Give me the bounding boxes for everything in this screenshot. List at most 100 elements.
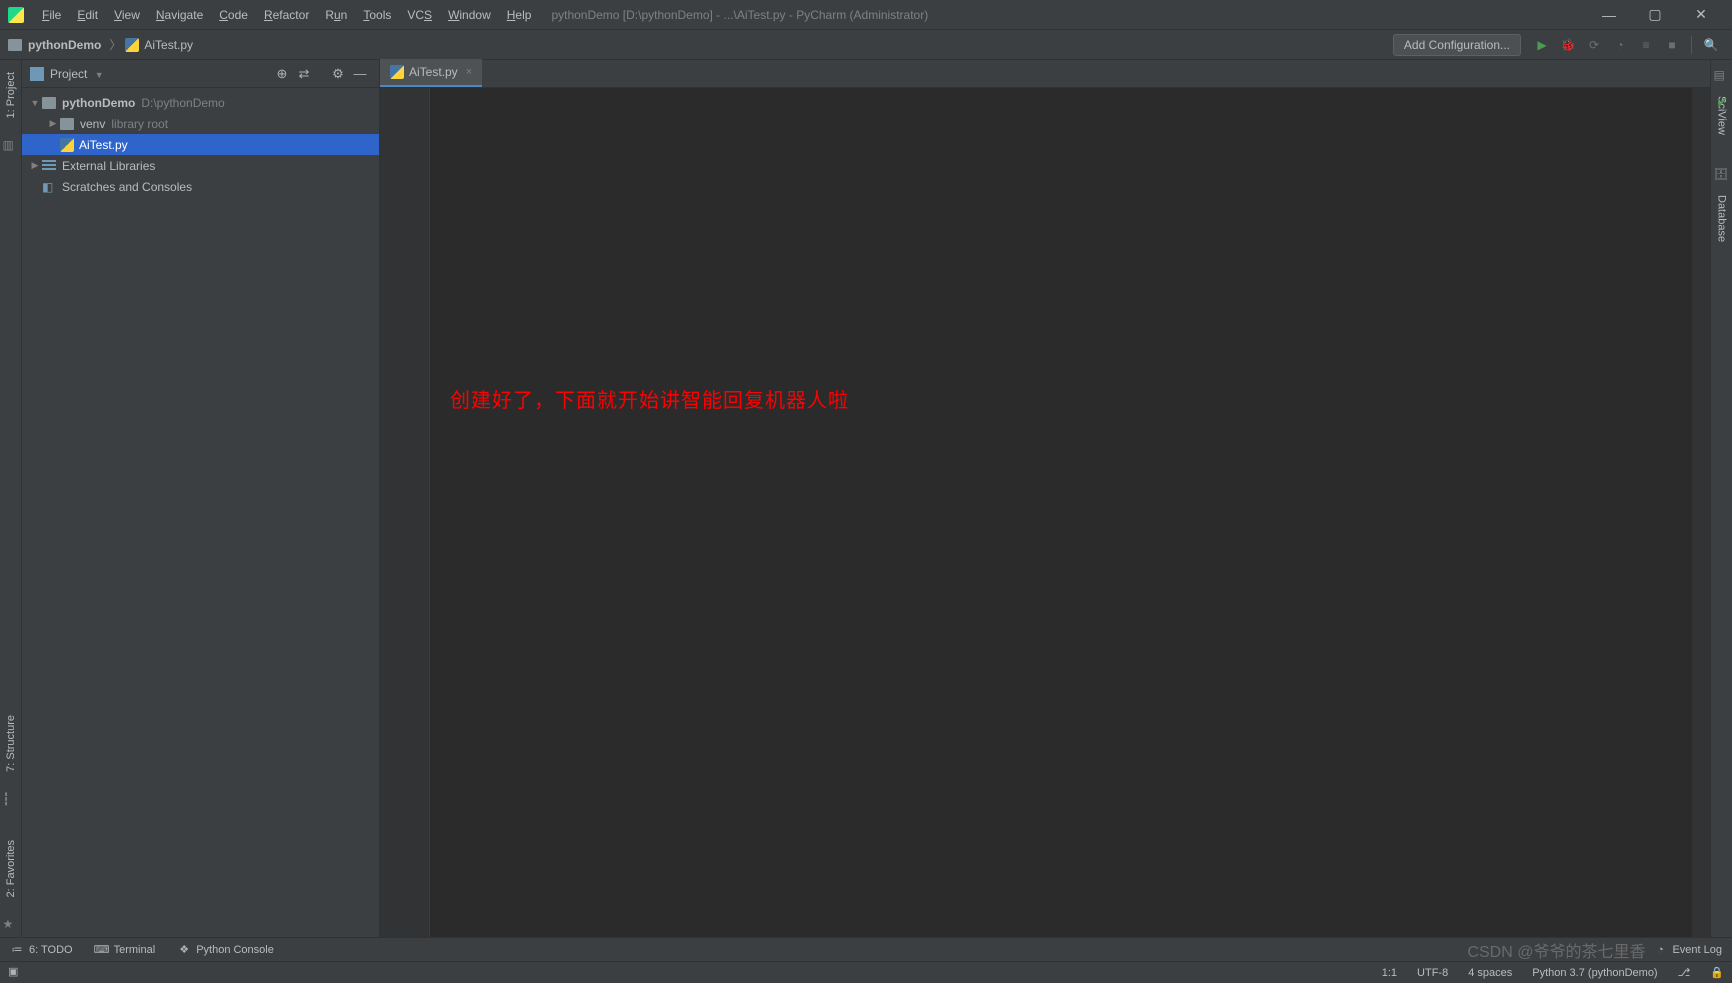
bottom-pyconsole-tab[interactable]: ❖ Python Console xyxy=(177,943,274,957)
editor-gutter xyxy=(380,88,430,937)
project-header: Project ▼ ⊕ ⇄ ⚙ — xyxy=(22,60,379,88)
menu-view[interactable]: View xyxy=(106,0,148,30)
tree-scratches[interactable]: ◧ Scratches and Consoles xyxy=(22,176,379,197)
folder-icon xyxy=(42,97,56,109)
editor-tab-aitest[interactable]: AiTest.py × xyxy=(380,59,482,87)
tree-external-label: External Libraries xyxy=(62,159,155,173)
status-indent[interactable]: 4 spaces xyxy=(1468,967,1512,979)
sciview-icon[interactable]: ▤ xyxy=(1714,68,1730,84)
search-everywhere-button[interactable]: 🔍 xyxy=(1700,34,1722,56)
left-tool-rail: 1: Project ▥ 7: Structure ┇ 2: Favorites… xyxy=(0,60,22,937)
status-bar: ▣ 1:1 UTF-8 4 spaces Python 3.7 (pythonD… xyxy=(0,961,1732,983)
status-lock-icon[interactable]: 🔒 xyxy=(1710,966,1724,979)
project-view-label: Project xyxy=(50,67,87,81)
python-file-icon xyxy=(60,138,74,152)
menu-refactor[interactable]: Refactor xyxy=(256,0,317,30)
pycharm-icon xyxy=(8,7,24,23)
tree-project-root[interactable]: ▼ pythonDemo D:\pythonDemo xyxy=(22,92,379,113)
scratches-icon: ◧ xyxy=(42,180,56,194)
tree-twisty-open-icon[interactable]: ▼ xyxy=(28,98,42,108)
concurrency-button[interactable]: ≡ xyxy=(1635,34,1657,56)
rail-favorites-tab[interactable]: 2: Favorites xyxy=(3,832,19,905)
breadcrumb-separator: 〉 xyxy=(109,36,121,53)
editor-tab-bar: AiTest.py × xyxy=(380,60,1710,88)
editor-body[interactable]: 创建好了，下面就开始讲智能回复机器人啦 ✔ xyxy=(380,88,1710,937)
inspection-ok-icon: ✔ xyxy=(1716,94,1728,111)
status-caret-pos[interactable]: 1:1 xyxy=(1382,967,1397,979)
stop-button[interactable]: ■ xyxy=(1661,34,1683,56)
tool-windows-toggle[interactable]: ▣ xyxy=(8,965,24,981)
profile-button[interactable]: ◔ xyxy=(1609,34,1631,56)
editor-content[interactable]: 创建好了，下面就开始讲智能回复机器人啦 xyxy=(430,88,1692,937)
tree-file-aitest[interactable]: AiTest.py xyxy=(22,134,379,155)
project-tree[interactable]: ▼ pythonDemo D:\pythonDemo ▶ venv librar… xyxy=(22,88,379,201)
menu-code[interactable]: Code xyxy=(211,0,256,30)
rail-database-tab[interactable]: Database xyxy=(1714,187,1730,250)
add-configuration-button[interactable]: Add Configuration... xyxy=(1393,34,1521,56)
editor-scrollbar-track[interactable]: ✔ xyxy=(1692,88,1710,937)
bottom-event-log-tab[interactable]: ◔ Event Log xyxy=(1653,943,1722,957)
tree-venv-hint: library root xyxy=(111,117,168,131)
python-file-icon xyxy=(390,65,404,79)
tree-scratches-label: Scratches and Consoles xyxy=(62,180,192,194)
menu-help[interactable]: Help xyxy=(499,0,540,30)
navigation-bar: pythonDemo 〉 AiTest.py Add Configuration… xyxy=(0,30,1732,60)
python-console-icon: ❖ xyxy=(177,943,191,957)
title-bar: File Edit View Navigate Code Refactor Ru… xyxy=(0,0,1732,30)
locate-button[interactable]: ⊕ xyxy=(271,66,293,82)
rail-project-tab[interactable]: 1: Project xyxy=(3,64,19,126)
tab-close-button[interactable]: × xyxy=(466,66,472,78)
tree-root-name: pythonDemo xyxy=(62,96,135,110)
event-log-icon: ◔ xyxy=(1653,943,1667,957)
bottom-terminal-label: Terminal xyxy=(114,944,156,956)
folder-icon xyxy=(8,39,22,51)
run-button[interactable]: ▶ xyxy=(1531,34,1553,56)
rail-folder-icon[interactable]: ▥ xyxy=(3,138,19,154)
project-view-icon xyxy=(30,67,44,81)
folder-icon xyxy=(60,118,74,130)
database-icon[interactable]: 🗄 xyxy=(1714,167,1730,183)
window-title: pythonDemo [D:\pythonDemo] - ...\AiTest.… xyxy=(551,8,1586,22)
external-libraries-icon xyxy=(42,159,56,173)
tree-file-label: AiTest.py xyxy=(79,138,128,152)
tree-twisty-closed-icon[interactable]: ▶ xyxy=(28,160,42,171)
project-view-selector[interactable]: Project ▼ xyxy=(50,67,271,81)
menu-edit[interactable]: Edit xyxy=(69,0,106,30)
watermark-text: CSDN @爷爷的茶七里香 xyxy=(1467,938,1645,962)
status-git-icon[interactable]: ⎇ xyxy=(1678,966,1691,979)
status-encoding[interactable]: UTF-8 xyxy=(1417,967,1448,979)
expand-all-button[interactable]: ⇄ xyxy=(293,66,315,82)
menu-navigate[interactable]: Navigate xyxy=(148,0,211,30)
coverage-button[interactable]: ⟳ xyxy=(1583,34,1605,56)
tree-twisty-closed-icon[interactable]: ▶ xyxy=(46,118,60,129)
menu-run[interactable]: Run xyxy=(317,0,355,30)
window-close-button[interactable]: ✕ xyxy=(1678,0,1724,30)
window-maximize-button[interactable]: ▢ xyxy=(1632,0,1678,30)
editor-area: AiTest.py × 创建好了，下面就开始讲智能回复机器人啦 ✔ xyxy=(380,60,1710,937)
menu-tools[interactable]: Tools xyxy=(355,0,399,30)
breadcrumb-file-label: AiTest.py xyxy=(144,38,193,52)
terminal-icon: ⌨ xyxy=(95,943,109,957)
bottom-todo-tab[interactable]: ≔ 6: TODO xyxy=(10,943,73,957)
chevron-down-icon: ▼ xyxy=(95,70,104,80)
right-tool-rail: ▤ SciView 🗄 Database xyxy=(1710,60,1732,937)
tree-root-path: D:\pythonDemo xyxy=(141,96,224,110)
tree-external-libraries[interactable]: ▶ External Libraries xyxy=(22,155,379,176)
debug-button[interactable]: 🐞 xyxy=(1557,34,1579,56)
menu-window[interactable]: Window xyxy=(440,0,499,30)
hide-button[interactable]: — xyxy=(349,66,371,81)
menu-vcs[interactable]: VCS xyxy=(399,0,440,30)
status-interpreter[interactable]: Python 3.7 (pythonDemo) xyxy=(1532,967,1657,979)
settings-button[interactable]: ⚙ xyxy=(327,66,349,82)
bottom-terminal-tab[interactable]: ⌨ Terminal xyxy=(95,943,156,957)
breadcrumb-project[interactable]: pythonDemo xyxy=(8,38,101,52)
rail-structure-tab[interactable]: 7: Structure xyxy=(3,707,19,780)
tree-venv[interactable]: ▶ venv library root xyxy=(22,113,379,134)
window-minimize-button[interactable]: — xyxy=(1586,0,1632,30)
breadcrumb-file[interactable]: AiTest.py xyxy=(125,38,193,52)
menu-file[interactable]: File xyxy=(34,0,69,30)
structure-icon: ┇ xyxy=(3,792,19,808)
annotation-overlay-text: 创建好了，下面就开始讲智能回复机器人啦 xyxy=(450,384,849,413)
editor-tab-label: AiTest.py xyxy=(409,65,458,79)
bottom-tool-tabs: ≔ 6: TODO ⌨ Terminal ❖ Python Console CS… xyxy=(0,937,1732,961)
